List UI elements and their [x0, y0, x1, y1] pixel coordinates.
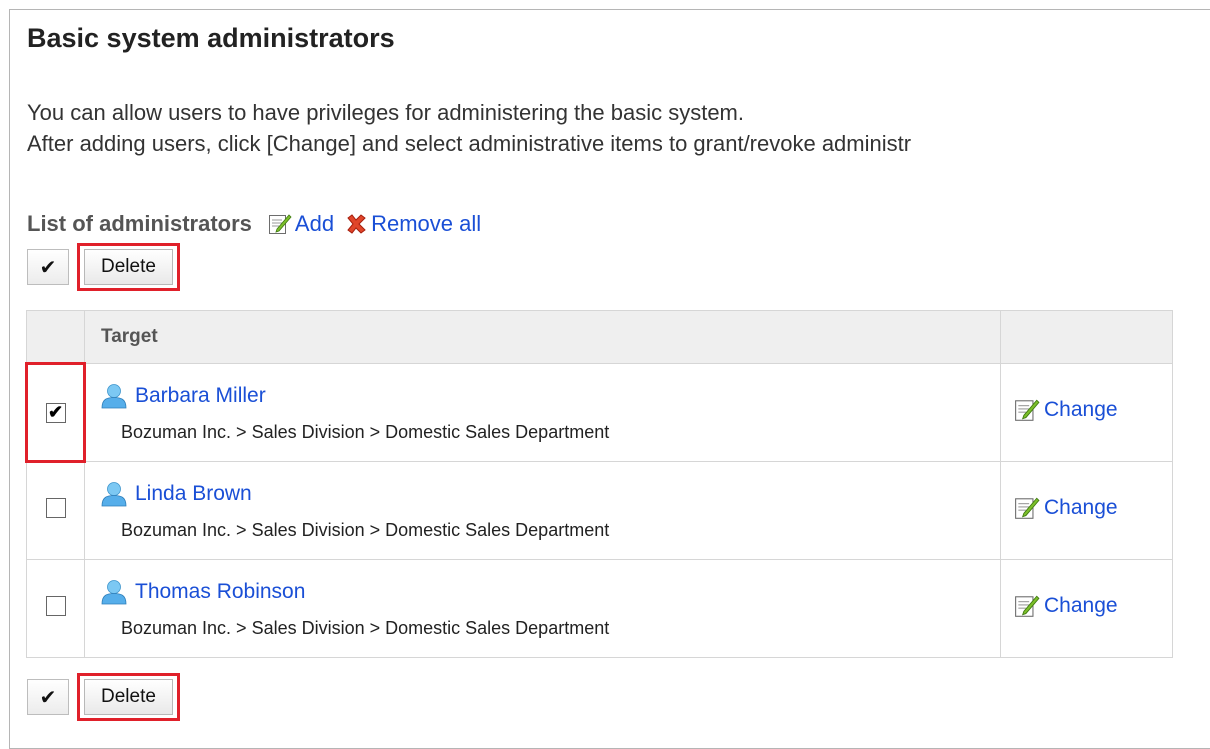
user-icon — [99, 383, 129, 409]
delete-highlight-top: Delete — [77, 243, 180, 291]
user-link[interactable]: Barbara Miller — [99, 383, 1000, 409]
bottom-toolbar: ✔ Delete — [27, 673, 180, 721]
row-action-cell: Change — [1000, 461, 1173, 560]
row-checkbox[interactable] — [45, 596, 66, 616]
user-link[interactable]: Thomas Robinson — [99, 579, 1000, 605]
description-line-2: After adding users, click [Change] and s… — [27, 131, 912, 156]
change-label: Change — [1044, 495, 1118, 519]
administrators-table: Target ✔ Barbara Miller Bozuman Inc. > S… — [25, 310, 1173, 658]
row-checkbox[interactable]: ✔ — [45, 402, 66, 423]
select-all-button-bottom[interactable]: ✔ — [27, 679, 69, 715]
table-row: Thomas Robinson Bozuman Inc. > Sales Div… — [26, 559, 1173, 658]
red-x-icon — [344, 212, 368, 236]
remove-all-link[interactable]: Remove all — [344, 211, 481, 237]
change-link[interactable]: Change — [1013, 397, 1118, 423]
header-target: Target — [84, 310, 1001, 364]
page-description: You can allow users to have privileges f… — [27, 97, 911, 159]
user-name: Barbara Miller — [135, 383, 266, 407]
list-header: List of administrators Add Remove all — [27, 211, 481, 237]
organization-path: Bozuman Inc. > Sales Division > Domestic… — [121, 421, 610, 442]
user-icon — [99, 481, 129, 507]
user-name: Linda Brown — [135, 481, 252, 505]
row-target-cell: Barbara Miller Bozuman Inc. > Sales Divi… — [84, 363, 1001, 462]
table-row: ✔ Barbara Miller Bozuman Inc. > Sales Di… — [25, 362, 1173, 463]
top-toolbar: ✔ Delete — [27, 243, 180, 291]
edit-icon — [1013, 495, 1041, 521]
add-label: Add — [294, 211, 335, 236]
user-link[interactable]: Linda Brown — [99, 481, 1000, 507]
row-checkbox-cell — [26, 559, 85, 658]
organization-path: Bozuman Inc. > Sales Division > Domestic… — [121, 519, 610, 540]
header-action-cell — [1000, 310, 1173, 364]
delete-button-bottom[interactable]: Delete — [84, 679, 173, 715]
header-checkbox-cell — [26, 310, 85, 364]
select-all-button-top[interactable]: ✔ — [27, 249, 69, 285]
row-checkbox[interactable] — [45, 498, 66, 518]
remove-all-label: Remove all — [371, 211, 482, 236]
row-checkbox-cell — [26, 461, 85, 560]
page-title: Basic system administrators — [27, 23, 395, 53]
row-target-cell: Linda Brown Bozuman Inc. > Sales Divisio… — [84, 461, 1001, 560]
table-header-row: Target — [26, 310, 1173, 364]
edit-icon — [1013, 593, 1041, 619]
list-title: List of administrators — [27, 211, 252, 236]
delete-highlight-bottom: Delete — [77, 673, 180, 721]
add-link[interactable]: Add — [268, 211, 334, 237]
edit-icon — [1013, 397, 1041, 423]
row-target-cell: Thomas Robinson Bozuman Inc. > Sales Div… — [84, 559, 1001, 658]
description-line-1: You can allow users to have privileges f… — [27, 100, 744, 125]
table-row: Linda Brown Bozuman Inc. > Sales Divisio… — [26, 461, 1173, 560]
change-label: Change — [1044, 397, 1118, 421]
row-checkbox-cell: ✔ — [25, 362, 86, 463]
user-name: Thomas Robinson — [135, 579, 306, 603]
organization-path: Bozuman Inc. > Sales Division > Domestic… — [121, 617, 610, 638]
row-action-cell: Change — [1000, 559, 1173, 658]
change-link[interactable]: Change — [1013, 495, 1118, 521]
edit-icon — [268, 212, 292, 236]
delete-button-top[interactable]: Delete — [84, 249, 173, 285]
change-label: Change — [1044, 593, 1118, 617]
row-action-cell: Change — [1000, 363, 1173, 462]
change-link[interactable]: Change — [1013, 593, 1118, 619]
user-icon — [99, 579, 129, 605]
